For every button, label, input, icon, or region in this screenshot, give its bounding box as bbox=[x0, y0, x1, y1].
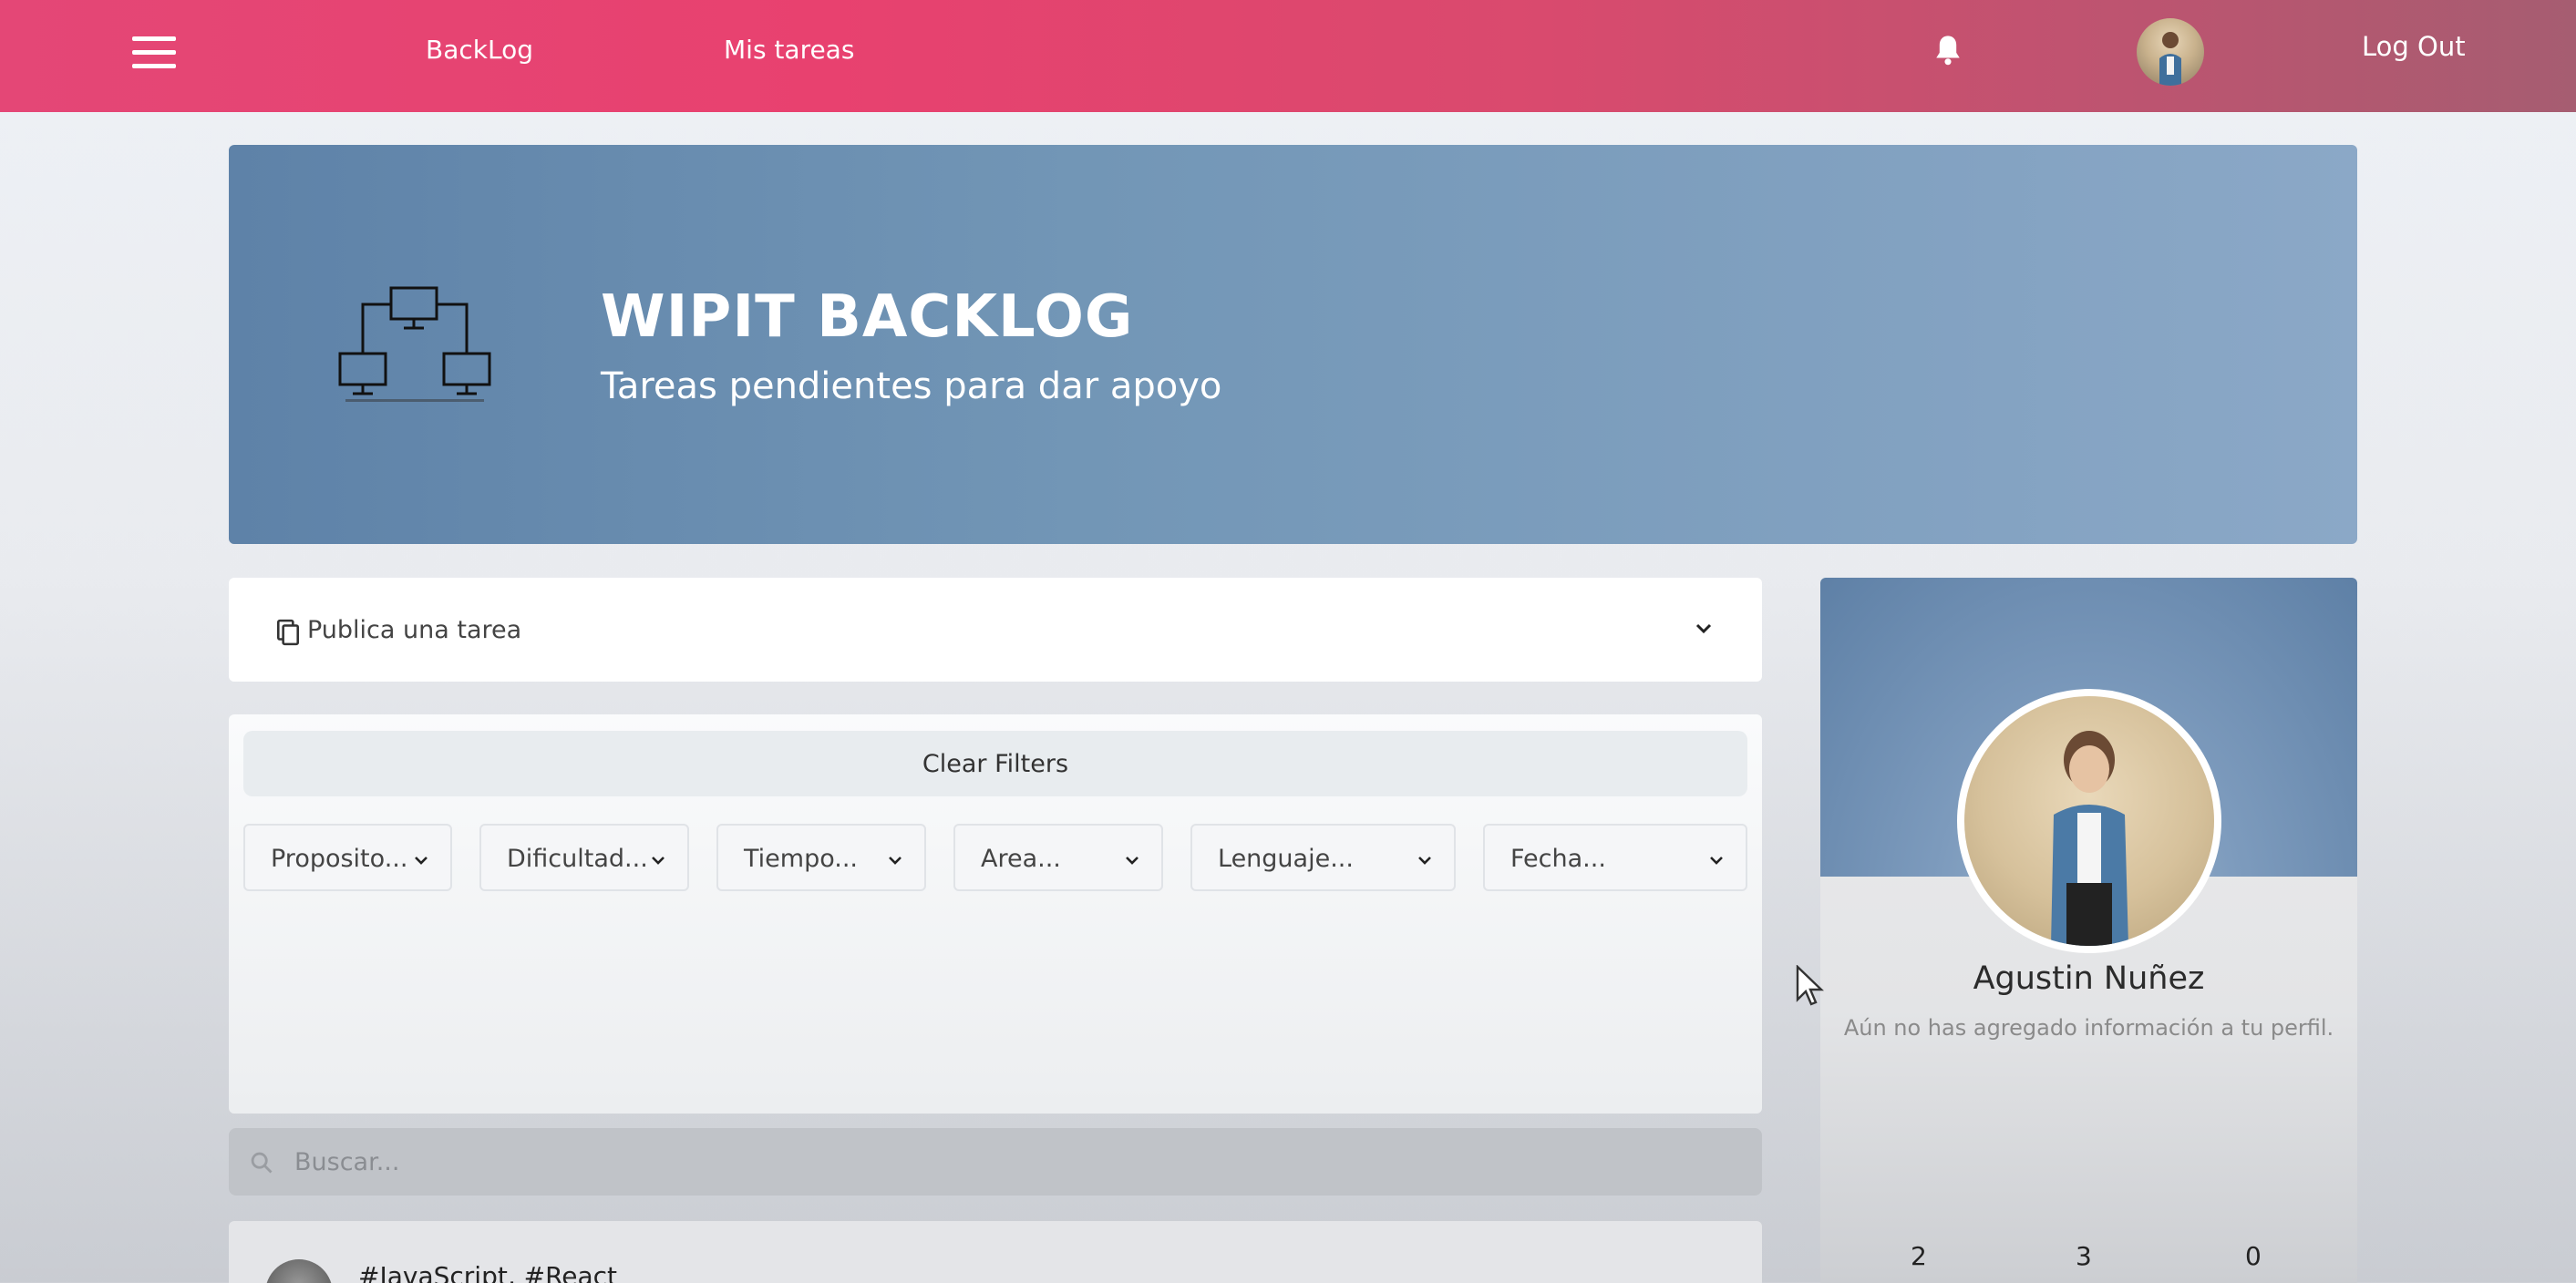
filter-label: Dificultad... bbox=[507, 845, 648, 873]
profile-name: Agustin Nuñez bbox=[1973, 960, 2205, 997]
filter-label: Tiempo... bbox=[744, 845, 859, 873]
copy-icon bbox=[277, 619, 299, 646]
profile-bio: Aún no has agregado información a tu per… bbox=[1843, 1015, 2334, 1041]
filter-label: Proposito... bbox=[271, 845, 408, 873]
avatar bbox=[265, 1259, 333, 1283]
chevron-down-icon bbox=[1710, 857, 1723, 865]
nav-link-mis-tareas[interactable]: Mis tareas bbox=[724, 35, 854, 65]
filter-tiempo[interactable]: Tiempo... bbox=[716, 824, 926, 891]
filter-proposito[interactable]: Proposito... bbox=[243, 824, 452, 891]
profile-photo[interactable] bbox=[1957, 689, 2221, 953]
page-title: WIPIT BACKLOG bbox=[601, 283, 1134, 351]
profile-card: Agustin Nuñez Aún no has agregado inform… bbox=[1820, 578, 2357, 1283]
nav-link-backlog[interactable]: BackLog bbox=[426, 35, 533, 65]
publish-task-toggle[interactable]: Publica una tarea bbox=[229, 578, 1762, 682]
chevron-down-icon bbox=[652, 857, 665, 865]
network-computers-logo bbox=[338, 286, 491, 402]
search-icon bbox=[251, 1152, 273, 1174]
top-navbar: BackLog Mis tareas Log Out bbox=[0, 0, 2576, 112]
profile-stat: 0 bbox=[2245, 1241, 2262, 1271]
chevron-down-icon bbox=[415, 857, 428, 865]
logout-button[interactable]: Log Out bbox=[2362, 31, 2466, 62]
search-input[interactable] bbox=[294, 1128, 1744, 1196]
filter-label: Fecha... bbox=[1510, 845, 1606, 873]
filter-label: Lenguaje... bbox=[1218, 845, 1354, 873]
chevron-down-icon bbox=[1418, 857, 1431, 865]
filter-lenguaje[interactable]: Lenguaje... bbox=[1190, 824, 1456, 891]
filter-area[interactable]: Area... bbox=[953, 824, 1163, 891]
task-tags: #JavaScript, #React bbox=[358, 1261, 618, 1283]
profile-stat: 2 bbox=[1911, 1241, 1927, 1271]
filter-label: Area... bbox=[981, 845, 1061, 873]
filters-panel: Clear Filters Proposito... Dificultad...… bbox=[229, 714, 1762, 1114]
hero-banner: WIPIT BACKLOG Tareas pendientes para dar… bbox=[229, 145, 2357, 544]
filter-fecha[interactable]: Fecha... bbox=[1483, 824, 1747, 891]
publish-task-label: Publica una tarea bbox=[307, 616, 522, 644]
profile-stat: 3 bbox=[2076, 1241, 2092, 1271]
page-subtitle: Tareas pendientes para dar apoyo bbox=[601, 365, 1222, 407]
task-card[interactable]: #JavaScript, #React bbox=[229, 1221, 1762, 1283]
search-bar bbox=[229, 1128, 1762, 1196]
chevron-down-icon bbox=[889, 857, 902, 865]
avatar[interactable] bbox=[2137, 18, 2204, 86]
mouse-cursor-icon bbox=[1796, 965, 1824, 1006]
chevron-down-icon[interactable] bbox=[1693, 618, 1715, 640]
chevron-down-icon bbox=[1126, 857, 1139, 865]
menu-icon[interactable] bbox=[132, 36, 176, 69]
bell-icon[interactable] bbox=[1932, 33, 1963, 67]
clear-filters-button[interactable]: Clear Filters bbox=[243, 731, 1747, 796]
filter-dificultad[interactable]: Dificultad... bbox=[479, 824, 689, 891]
